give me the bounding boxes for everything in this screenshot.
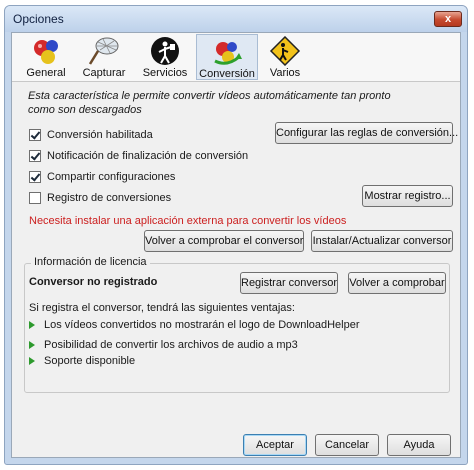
benefit-item: Posibilidad de convertir los archivos de… <box>29 339 298 351</box>
license-status: Conversor no registrado <box>29 276 158 288</box>
checkbox-label: Registro de conversiones <box>47 192 172 204</box>
tab-general[interactable]: General <box>20 34 72 80</box>
checkbox-box[interactable] <box>29 129 41 141</box>
title-bar[interactable]: Opciones x <box>5 6 467 32</box>
checkbox-label: Conversión habilitada <box>47 129 153 141</box>
license-group-title: Información de licencia <box>31 256 150 268</box>
license-intro: Si registra el conversor, tendrá las sig… <box>29 302 295 314</box>
checkbox-conversion-log[interactable]: Registro de conversiones <box>29 190 171 206</box>
tab-label: Varios <box>269 67 301 79</box>
register-converter-button[interactable]: Registrar conversor <box>240 272 338 294</box>
tab-capturar[interactable]: Capturar <box>76 34 132 80</box>
net-icon <box>88 37 119 65</box>
checkbox-conversion-enabled[interactable]: Conversión habilitada <box>29 127 153 143</box>
conversion-icon <box>214 42 242 65</box>
configure-rules-button[interactable]: Configurar las reglas de conversión... <box>275 122 458 144</box>
check-again-button[interactable]: Volver a comprobar <box>348 272 446 294</box>
accept-button[interactable]: Aceptar <box>243 434 307 456</box>
benefit-text: Posibilidad de convertir los archivos de… <box>44 339 298 351</box>
cancel-button[interactable]: Cancelar <box>315 434 379 456</box>
tab-servicios[interactable]: Servicios <box>136 34 194 80</box>
tab-toolbar: General Capturar Servicios Conversión Va… <box>12 33 460 82</box>
benefit-text: Soporte disponible <box>44 355 136 367</box>
options-window: Opciones x General Capturar Servicios Co… <box>4 5 468 465</box>
tab-label: Conversión <box>199 68 255 80</box>
benefit-item: Soporte disponible <box>29 355 135 367</box>
install-update-converter-button[interactable]: Instalar/Actualizar conversor <box>311 230 453 252</box>
checkbox-box[interactable] <box>29 192 41 204</box>
window-title: Opciones <box>13 12 64 26</box>
checkbox-label: Notificación de finalización de conversi… <box>47 150 249 162</box>
tab-label: Servicios <box>142 67 188 79</box>
warning-message: Necesita instalar una aplicación externa… <box>29 215 347 227</box>
services-icon <box>151 37 179 65</box>
checkbox-notification[interactable]: Notificación de finalización de conversi… <box>29 148 248 164</box>
dialog-body: General Capturar Servicios Conversión Va… <box>11 32 461 458</box>
show-log-button[interactable]: Mostrar registro... <box>362 185 453 207</box>
general-balls-icon <box>34 40 58 64</box>
bullet-arrow-icon <box>29 341 35 349</box>
bullet-arrow-icon <box>29 357 35 365</box>
help-button[interactable]: Ayuda <box>387 434 451 456</box>
tab-conversion[interactable]: Conversión <box>196 34 258 80</box>
checkbox-box[interactable] <box>29 150 41 162</box>
checkbox-box[interactable] <box>29 171 41 183</box>
tab-varios[interactable]: Varios <box>262 34 308 80</box>
recheck-converter-button[interactable]: Volver a comprobar el conversor <box>144 230 304 252</box>
checkbox-share-settings[interactable]: Compartir configuraciones <box>29 169 175 185</box>
checkbox-label: Compartir configuraciones <box>47 171 176 183</box>
benefit-item: Los vídeos convertidos no mostrarán el l… <box>29 319 360 331</box>
tab-label: General <box>26 67 66 79</box>
misc-sign-icon <box>269 36 301 66</box>
benefit-text: Los vídeos convertidos no mostrarán el l… <box>44 319 360 331</box>
bullet-arrow-icon <box>29 321 35 329</box>
close-button[interactable]: x <box>434 11 462 27</box>
tab-label: Capturar <box>82 67 126 79</box>
feature-description: Esta característica le permite convertir… <box>28 90 391 116</box>
